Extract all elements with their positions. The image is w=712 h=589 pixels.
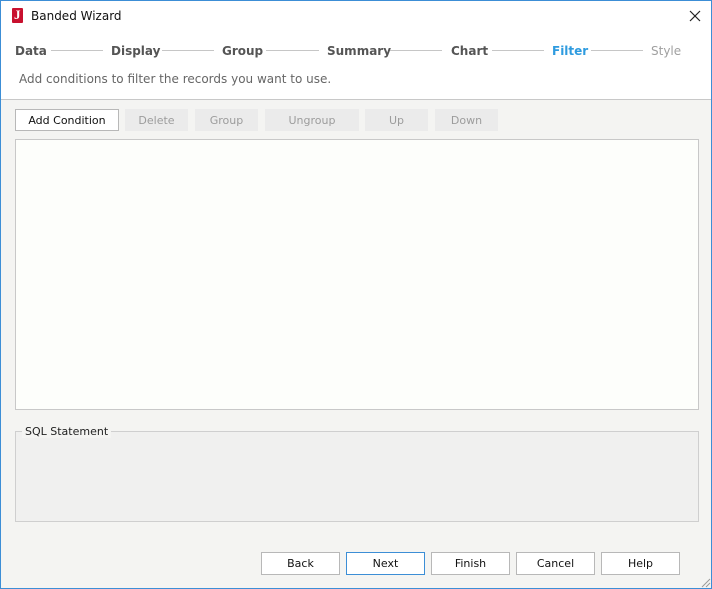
ungroup-button: Ungroup — [265, 109, 359, 131]
up-button: Up — [365, 109, 428, 131]
back-button[interactable]: Back — [261, 552, 340, 575]
group-button: Group — [195, 109, 258, 131]
step-connector — [591, 50, 643, 51]
step-description: Add conditions to filter the records you… — [19, 72, 332, 86]
step-connector — [51, 50, 103, 51]
finish-button[interactable]: Finish — [431, 552, 510, 575]
step-group[interactable]: Group — [222, 44, 263, 58]
cancel-button[interactable]: Cancel — [516, 552, 595, 575]
step-filter[interactable]: Filter — [552, 44, 588, 58]
step-chart[interactable]: Chart — [451, 44, 488, 58]
sql-statement-group: SQL Statement — [15, 425, 699, 522]
step-connector — [492, 50, 544, 51]
close-icon[interactable] — [684, 5, 706, 27]
step-data[interactable]: Data — [15, 44, 47, 58]
help-button[interactable]: Help — [601, 552, 680, 575]
step-summary[interactable]: Summary — [327, 44, 391, 58]
step-connector — [266, 50, 319, 51]
step-connector — [162, 50, 214, 51]
wizard-header: Data Display Group Summary Chart Filter … — [1, 32, 711, 100]
next-button[interactable]: Next — [346, 552, 425, 575]
delete-button: Delete — [125, 109, 188, 131]
down-button: Down — [435, 109, 498, 131]
wizard-dialog: Banded Wizard Data Display Group Summary… — [0, 0, 712, 589]
step-connector — [390, 50, 442, 51]
title-bar[interactable]: Banded Wizard — [1, 1, 711, 32]
step-display[interactable]: Display — [111, 44, 160, 58]
window-title: Banded Wizard — [31, 9, 122, 23]
resize-grip-icon[interactable] — [699, 576, 711, 588]
step-style: Style — [651, 44, 682, 58]
sql-statement-label: SQL Statement — [22, 425, 112, 438]
add-condition-button[interactable]: Add Condition — [15, 109, 119, 131]
filter-conditions-panel[interactable] — [15, 139, 699, 410]
app-logo-icon — [12, 7, 23, 23]
